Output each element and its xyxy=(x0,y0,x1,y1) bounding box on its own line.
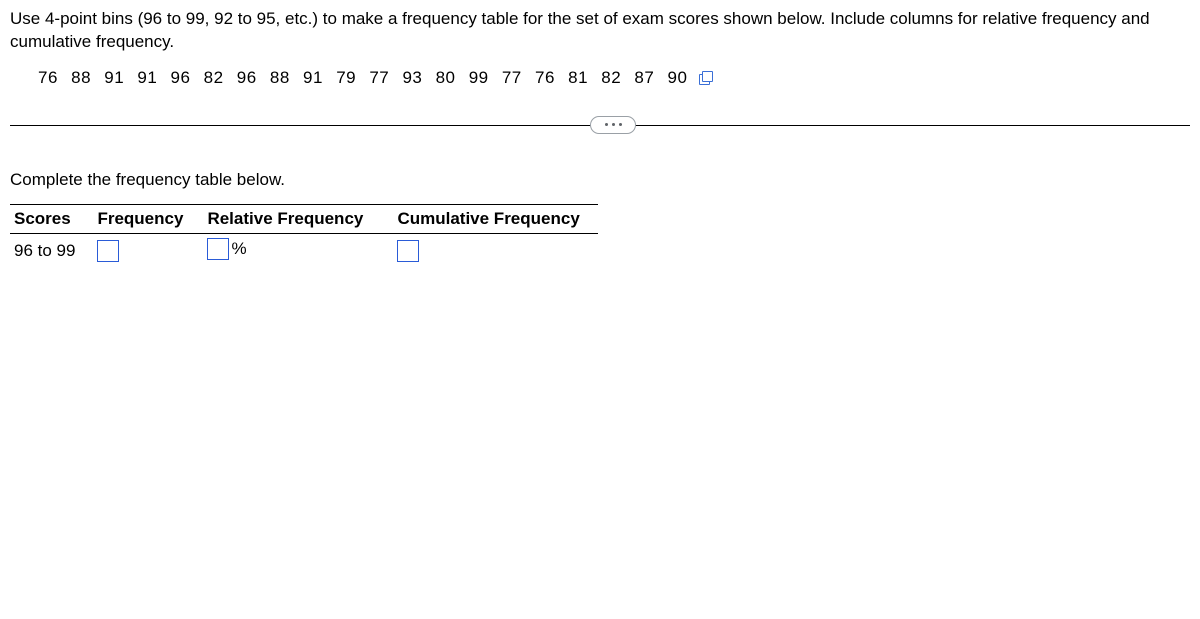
instruction-text: Complete the frequency table below. xyxy=(10,170,1190,190)
table-row: 96 to 99 % xyxy=(10,233,598,269)
frequency-table: Scores Frequency Relative Frequency Cumu… xyxy=(10,204,598,269)
question-text: Use 4-point bins (96 to 99, 92 to 95, et… xyxy=(10,8,1190,54)
dot-icon xyxy=(612,123,615,126)
dot-icon xyxy=(605,123,608,126)
cell-scores: 96 to 99 xyxy=(10,233,93,269)
header-cumulative-frequency: Cumulative Frequency xyxy=(393,204,597,233)
dataset-values: 76 88 91 91 96 82 96 88 91 79 77 93 80 9… xyxy=(38,68,687,88)
dot-icon xyxy=(619,123,622,126)
copy-icon[interactable] xyxy=(699,71,713,85)
header-scores: Scores xyxy=(10,204,93,233)
percent-symbol: % xyxy=(231,239,246,259)
frequency-input[interactable] xyxy=(97,240,119,262)
cumulative-frequency-input[interactable] xyxy=(397,240,419,262)
expand-button[interactable] xyxy=(590,116,636,134)
header-frequency: Frequency xyxy=(93,204,203,233)
header-relative-frequency: Relative Frequency xyxy=(203,204,393,233)
relative-frequency-input[interactable] xyxy=(207,238,229,260)
